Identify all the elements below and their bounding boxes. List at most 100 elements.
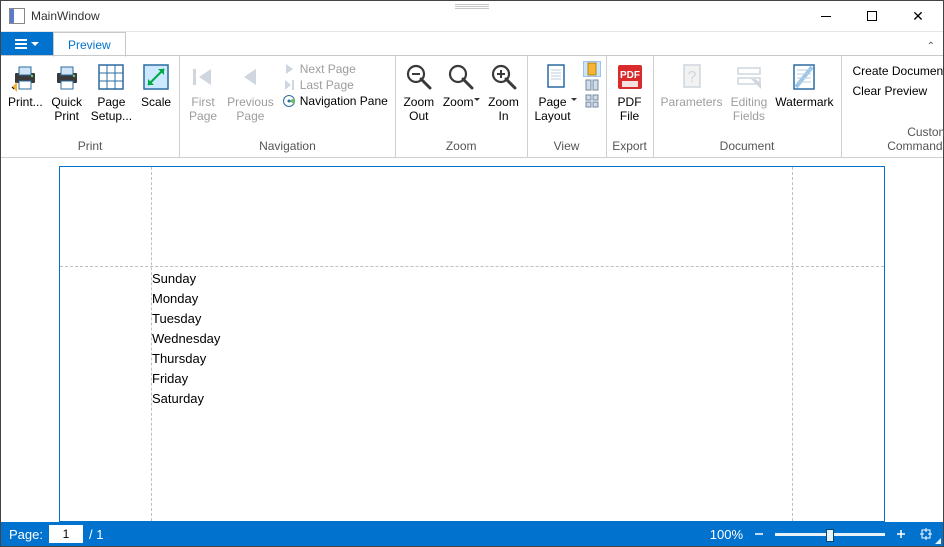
editing-fields-icon	[733, 61, 765, 93]
group-export: PDF PDF File Export	[607, 56, 654, 157]
pdf-file-button[interactable]: PDF PDF File	[610, 59, 650, 137]
doc-line: Monday	[152, 289, 220, 309]
svg-text:?: ?	[687, 69, 696, 86]
zoom-in-icon	[488, 61, 520, 93]
page-single-icon	[585, 62, 599, 76]
pdf-icon: PDF	[614, 61, 646, 93]
zoom-icon	[445, 61, 477, 93]
file-tab[interactable]	[1, 32, 53, 56]
watermark-button[interactable]: Watermark	[771, 59, 837, 137]
page-preview: SundayMondayTuesdayWednesdayThursdayFrid…	[59, 166, 885, 522]
group-label-export: Export	[610, 137, 650, 157]
parameters-label: Parameters	[661, 95, 723, 137]
chevron-down-icon	[31, 42, 39, 46]
view-facing-button[interactable]	[583, 77, 601, 93]
group-label-view: View	[531, 137, 603, 157]
prev-page-button: Previous Page	[223, 59, 278, 137]
zoom-out-button[interactable]: Zoom Out	[399, 59, 439, 137]
prev-page-label: Previous Page	[227, 95, 274, 137]
document-content: SundayMondayTuesdayWednesdayThursdayFrid…	[152, 269, 220, 409]
page-input[interactable]	[49, 525, 83, 543]
zoom-in-button[interactable]: Zoom In	[484, 59, 524, 137]
group-zoom: Zoom Out Zoom Zoom In Zoom	[396, 56, 528, 157]
minimize-icon	[821, 16, 831, 17]
tab-preview[interactable]: Preview	[53, 32, 126, 57]
first-page-label: First Page	[189, 95, 217, 137]
zoom-button[interactable]: Zoom	[439, 59, 484, 137]
margin-guide-right	[792, 167, 793, 521]
close-button[interactable]: ✕	[895, 2, 941, 31]
scale-icon	[140, 61, 172, 93]
page-continuous-icon	[585, 94, 599, 108]
scale-button[interactable]: Scale	[136, 59, 176, 137]
zoom-out-status-button[interactable]	[749, 524, 769, 544]
page-setup-label: Page Setup...	[91, 95, 132, 137]
page-grid-icon	[95, 61, 127, 93]
print-button[interactable]: Print...	[4, 59, 47, 137]
view-single-button[interactable]	[583, 61, 601, 77]
margin-guide-top	[60, 266, 884, 267]
group-label-custom: Custom Commands	[845, 123, 944, 157]
watermark-icon	[788, 61, 820, 93]
fit-page-button[interactable]	[917, 525, 935, 543]
titlebar-grip	[455, 4, 489, 10]
last-page-icon	[282, 78, 296, 92]
window-title: MainWindow	[31, 9, 100, 23]
printer-dialog-icon	[9, 61, 41, 93]
chevron-down-icon	[571, 98, 577, 101]
group-document: ? Parameters Editing Fields Watermark	[654, 56, 842, 157]
clear-preview-button[interactable]: Clear Preview	[847, 81, 944, 101]
page-total: / 1	[89, 527, 103, 542]
zoom-label: Zoom	[443, 95, 480, 137]
group-print: Print... Quick Print Page Setup...	[1, 56, 180, 157]
radar-icon	[282, 94, 296, 108]
app-icon	[9, 8, 25, 24]
scale-label: Scale	[141, 95, 171, 137]
group-label-navigation: Navigation	[183, 137, 392, 157]
resize-grip[interactable]	[935, 538, 941, 544]
prev-page-icon	[234, 61, 266, 93]
doc-line: Sunday	[152, 269, 220, 289]
quick-print-button[interactable]: Quick Print	[47, 59, 87, 137]
editing-fields-button: Editing Fields	[727, 59, 772, 137]
view-continuous-button[interactable]	[583, 93, 601, 109]
close-icon: ✕	[912, 8, 924, 25]
doc-line: Friday	[152, 369, 220, 389]
page-layout-icon	[540, 61, 572, 93]
watermark-label: Watermark	[775, 95, 833, 137]
page-setup-button[interactable]: Page Setup...	[87, 59, 136, 137]
maximize-button[interactable]	[849, 2, 895, 31]
page-layout-button[interactable]: Page Layout	[531, 59, 581, 137]
parameters-icon: ?	[676, 61, 708, 93]
chevron-down-icon	[474, 98, 480, 101]
group-label-print: Print	[4, 137, 176, 157]
zoom-in-label: Zoom In	[488, 95, 519, 137]
minimize-button[interactable]	[803, 2, 849, 31]
zoom-thumb[interactable]	[826, 529, 834, 542]
zoom-percent: 100%	[710, 527, 743, 542]
collapse-ribbon-button[interactable]: ⌃	[927, 41, 935, 52]
doc-line: Thursday	[152, 349, 220, 369]
group-label-zoom: Zoom	[399, 137, 524, 157]
first-page-button: First Page	[183, 59, 223, 137]
next-page-label: Next Page	[300, 62, 356, 76]
doc-line: Saturday	[152, 389, 220, 409]
group-view: Page Layout View	[528, 56, 607, 157]
nav-pane-button[interactable]: Navigation Pane	[280, 93, 390, 109]
create-document-button[interactable]: Create Document	[847, 61, 944, 81]
editing-fields-label: Editing Fields	[731, 95, 768, 137]
group-custom: Create Document Clear Preview Custom Com…	[842, 56, 944, 157]
svg-text:PDF: PDF	[620, 70, 640, 81]
last-page-label: Last Page	[300, 78, 354, 92]
next-page-icon	[282, 62, 296, 76]
page-label: Page:	[9, 527, 43, 542]
doc-line: Wednesday	[152, 329, 220, 349]
printer-icon	[51, 61, 83, 93]
zoom-out-icon	[403, 61, 435, 93]
zoom-in-status-button[interactable]	[891, 524, 911, 544]
maximize-icon	[867, 11, 877, 21]
document-viewport[interactable]: SundayMondayTuesdayWednesdayThursdayFrid…	[1, 158, 943, 522]
parameters-button: ? Parameters	[657, 59, 727, 137]
nav-pane-label: Navigation Pane	[300, 94, 388, 108]
zoom-slider[interactable]	[775, 533, 885, 536]
